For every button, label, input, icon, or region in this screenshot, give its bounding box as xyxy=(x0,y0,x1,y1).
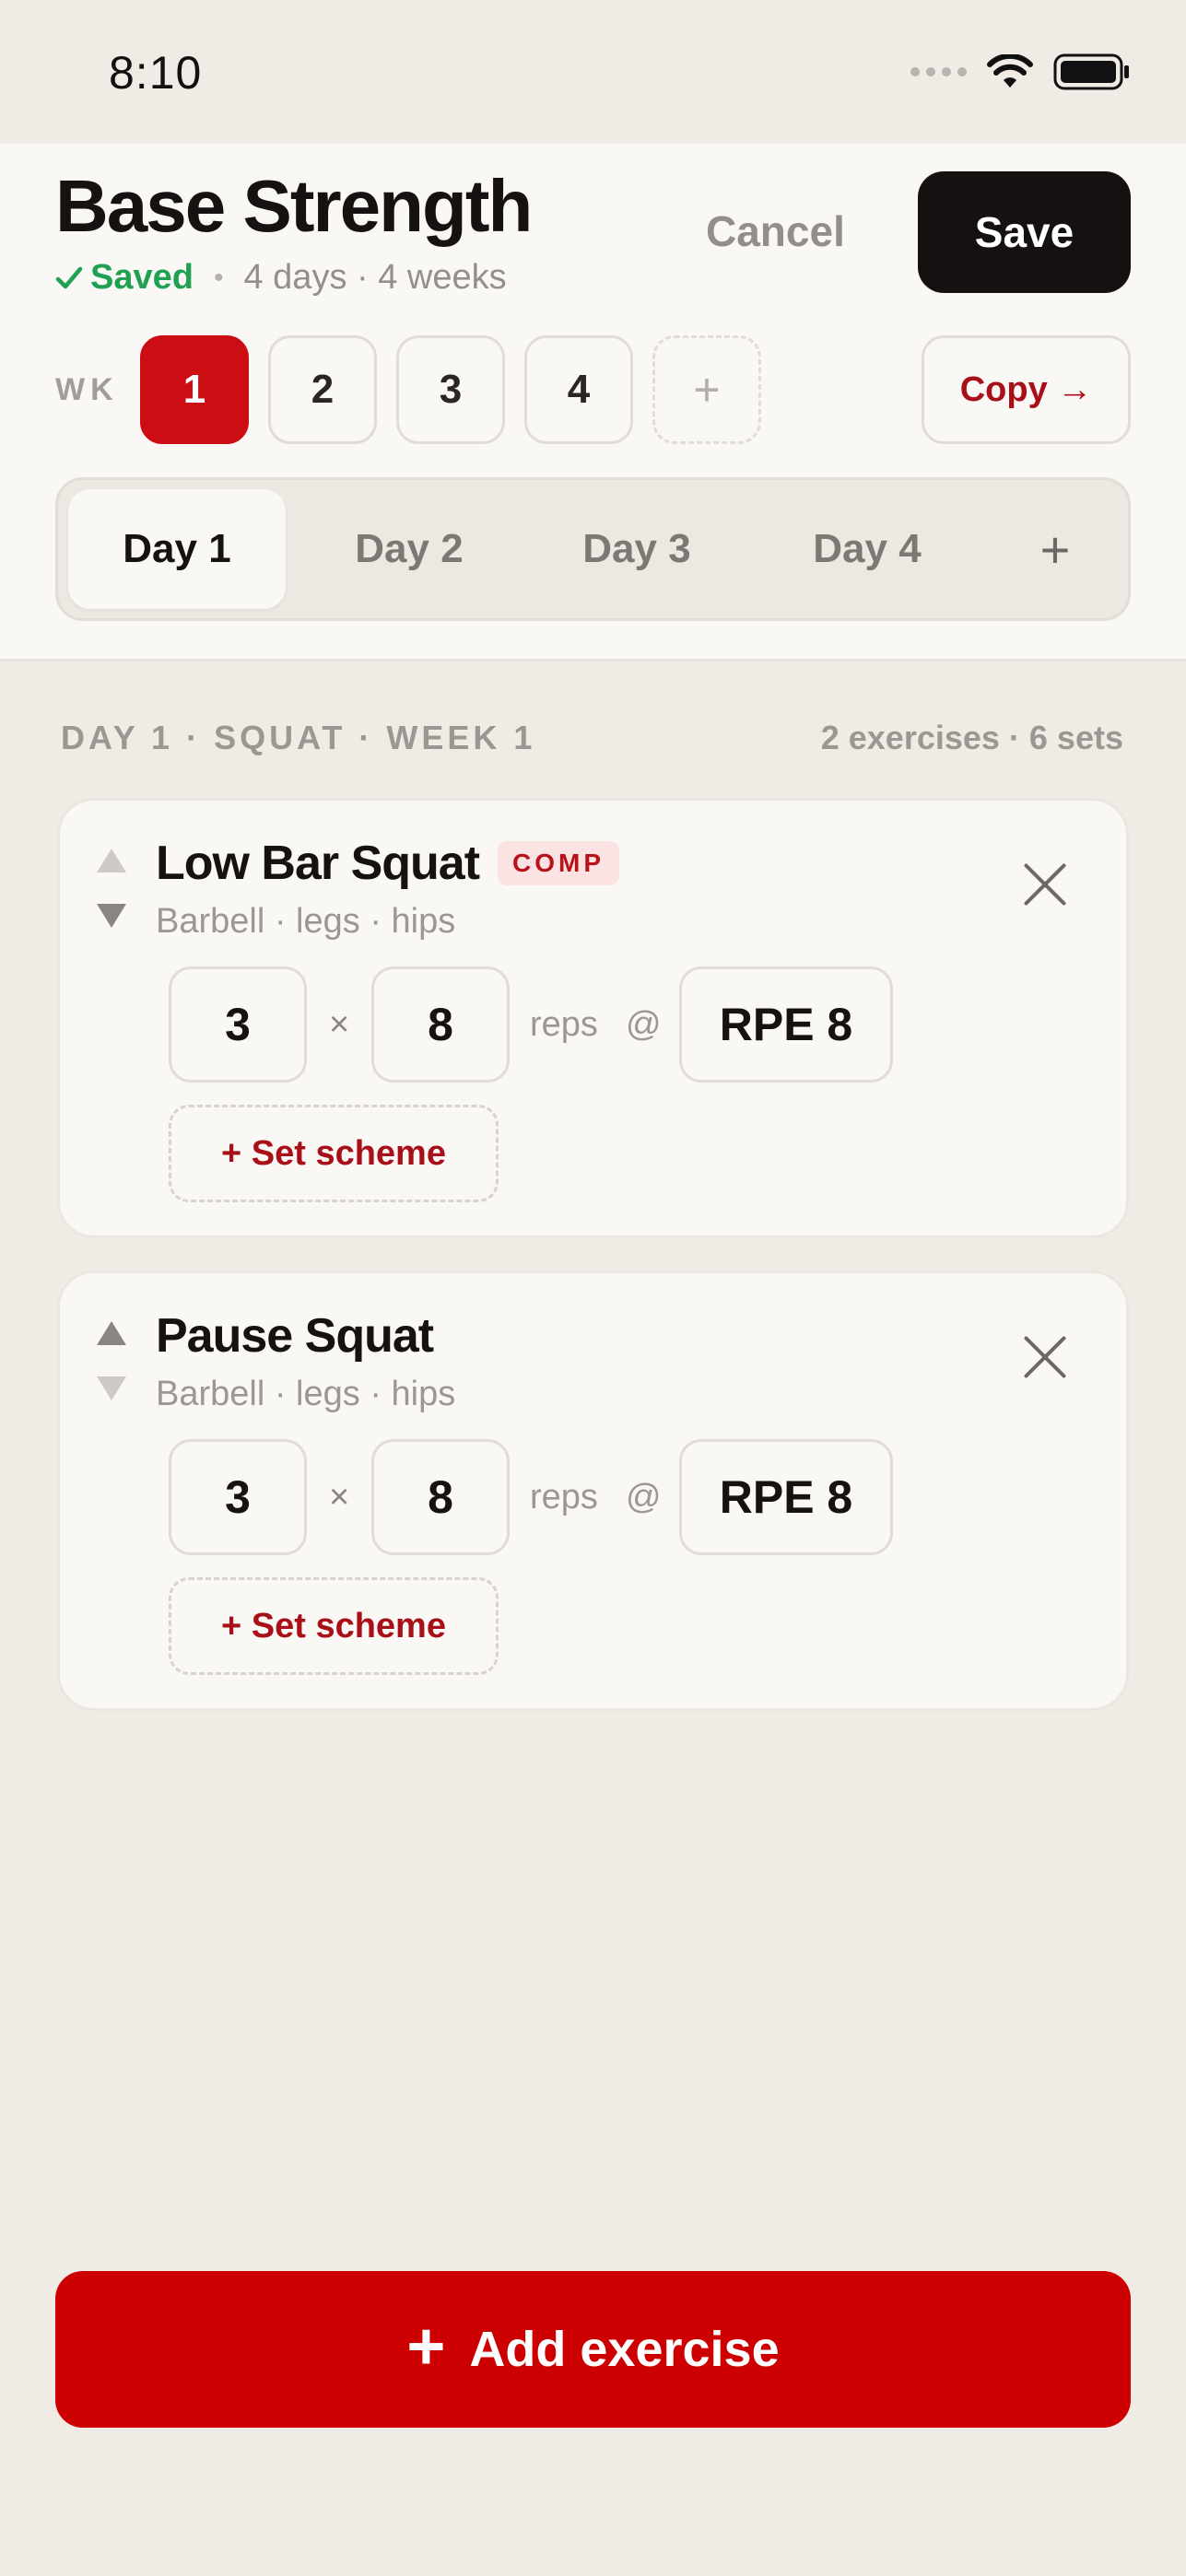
status-time: 8:10 xyxy=(109,47,203,99)
exercise-title: Pause Squat xyxy=(156,1308,434,1364)
add-exercise-label: Add exercise xyxy=(469,2322,780,2377)
week-pill-3[interactable]: 3 xyxy=(396,335,505,444)
week-pill-1[interactable]: 1 xyxy=(140,335,249,444)
sets-input[interactable]: 3 xyxy=(169,966,307,1083)
move-up-icon[interactable] xyxy=(97,1321,126,1345)
section-heading: DAY 1 · SQUAT · WEEK 1 xyxy=(61,719,536,756)
move-down-icon[interactable] xyxy=(97,1376,126,1400)
at-symbol: @ xyxy=(626,1478,662,1516)
times-symbol: × xyxy=(329,1478,350,1516)
week-selector: WK 1 2 3 4 + Copy → xyxy=(55,335,1131,446)
reps-input[interactable]: 8 xyxy=(371,966,510,1083)
wifi-icon xyxy=(987,54,1033,88)
at-symbol: @ xyxy=(626,1005,662,1044)
set-scheme-button[interactable]: + Set scheme xyxy=(169,1577,499,1675)
exercise-meta: Barbell · legs · hips xyxy=(156,902,456,941)
reps-label: reps xyxy=(530,1005,598,1044)
checkmark-icon xyxy=(55,266,83,288)
add-week-button[interactable]: + xyxy=(652,335,761,444)
separator-dot: • xyxy=(213,262,224,293)
day-tabs: Day 1 Day 2 Day 3 Day 4 + xyxy=(55,477,1131,621)
sets-input[interactable]: 3 xyxy=(169,1439,307,1555)
program-subtitle: Saved • 4 days · 4 weeks xyxy=(55,258,507,298)
save-button[interactable]: Save xyxy=(918,171,1131,293)
remove-exercise-icon[interactable] xyxy=(1020,1332,1070,1382)
exercise-card: Low Bar Squat COMP Barbell · legs · hips … xyxy=(57,798,1129,1238)
move-down-icon[interactable] xyxy=(97,904,126,928)
tab-day-4[interactable]: Day 4 xyxy=(758,489,976,609)
rpe-input[interactable]: RPE 8 xyxy=(679,966,893,1083)
move-up-icon[interactable] xyxy=(97,849,126,872)
battery-icon xyxy=(1053,53,1129,90)
reps-input[interactable]: 8 xyxy=(371,1439,510,1555)
copy-week-button[interactable]: Copy → xyxy=(922,335,1131,444)
times-symbol: × xyxy=(329,1005,350,1044)
set-scheme-button[interactable]: + Set scheme xyxy=(169,1105,499,1202)
reps-label: reps xyxy=(530,1478,598,1516)
week-label: WK xyxy=(55,372,119,407)
program-title: Base Strength xyxy=(55,165,533,247)
exercise-card: Pause Squat Barbell · legs · hips 3 × 8 … xyxy=(57,1270,1129,1711)
cancel-button[interactable]: Cancel xyxy=(706,206,845,256)
rpe-input[interactable]: RPE 8 xyxy=(679,1439,893,1555)
tab-day-2[interactable]: Day 2 xyxy=(300,489,518,609)
saved-label: Saved xyxy=(90,258,194,297)
editor-header: Base Strength Saved • 4 days · 4 weeks C… xyxy=(0,144,1186,662)
exercise-name: Low Bar Squat xyxy=(156,837,480,890)
exercise-title: Low Bar Squat COMP xyxy=(156,836,620,891)
add-exercise-button[interactable]: + Add exercise xyxy=(55,2271,1131,2428)
remove-exercise-icon[interactable] xyxy=(1020,860,1070,909)
week-pill-4[interactable]: 4 xyxy=(524,335,633,444)
comp-badge: COMP xyxy=(498,841,620,885)
exercise-name: Pause Squat xyxy=(156,1309,434,1363)
exercise-meta: Barbell · legs · hips xyxy=(156,1375,456,1413)
plus-icon: + xyxy=(406,2310,446,2383)
status-bar: 8:10 xyxy=(0,0,1186,144)
tab-day-3[interactable]: Day 3 xyxy=(528,489,746,609)
cellular-signal-icon xyxy=(910,67,967,76)
program-details: 4 days · 4 weeks xyxy=(243,258,507,297)
status-icons xyxy=(910,53,1131,90)
section-summary: 2 exercises · 6 sets xyxy=(820,719,1123,756)
tab-day-1[interactable]: Day 1 xyxy=(68,489,286,609)
saved-status: Saved xyxy=(55,258,194,298)
add-day-button[interactable]: + xyxy=(1009,489,1101,609)
week-pill-2[interactable]: 2 xyxy=(268,335,377,444)
